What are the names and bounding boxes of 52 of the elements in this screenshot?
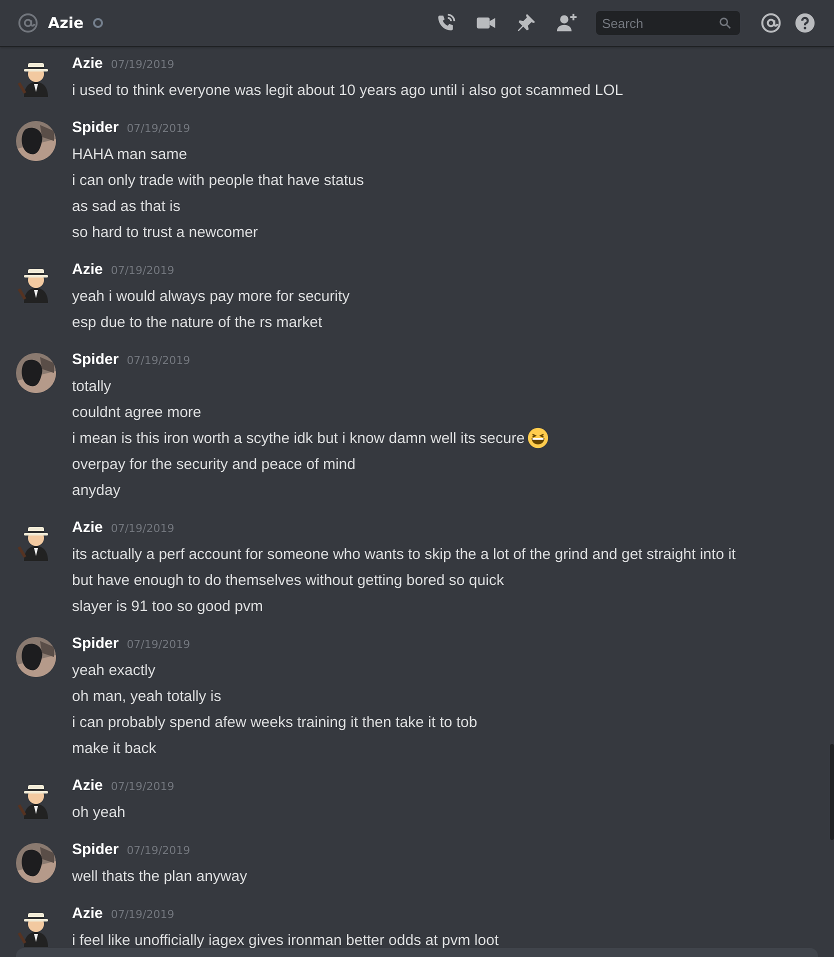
- message-text: HAHA man same: [72, 146, 188, 162]
- timestamp: 07/19/2019: [126, 122, 190, 135]
- timestamp: 07/19/2019: [126, 844, 190, 857]
- author-name[interactable]: Azie: [72, 905, 103, 922]
- author-name[interactable]: Azie: [72, 261, 103, 278]
- add-friend-icon[interactable]: [555, 12, 579, 34]
- message-text: oh yeah: [72, 804, 126, 820]
- author-name[interactable]: Spider: [72, 841, 119, 858]
- timestamp: 07/19/2019: [110, 522, 174, 535]
- timestamp: 07/19/2019: [126, 638, 190, 651]
- search-icon: [718, 16, 732, 30]
- message-text: couldnt agree more: [72, 404, 202, 420]
- author-name[interactable]: Spider: [72, 635, 119, 652]
- timestamp: 07/19/2019: [110, 264, 174, 277]
- timestamp: 07/19/2019: [110, 908, 174, 921]
- author-name[interactable]: Spider: [72, 119, 119, 136]
- help-icon[interactable]: [794, 12, 816, 34]
- message-text: i mean is this iron worth a scythe idk but i know damn well its secure: [72, 430, 525, 446]
- message-text: yeah i would always pay more for security: [72, 288, 350, 304]
- mentions-icon[interactable]: [760, 12, 782, 34]
- message-text: oh man, yeah totally is: [72, 688, 222, 704]
- message-text: slayer is 91 too so good pvm: [72, 598, 263, 614]
- message-text: i can probably spend afew weeks training it then take it to tob: [72, 714, 478, 730]
- message-text: overpay for the security and peace of mind: [72, 456, 356, 472]
- avatar-icon[interactable]: [16, 637, 56, 677]
- at-sign-icon: [17, 12, 39, 34]
- message-text: as sad as that is: [72, 198, 180, 214]
- avatar-icon[interactable]: [16, 843, 56, 883]
- message-text: well thats the plan anyway: [72, 868, 248, 884]
- message-text: make it back: [72, 740, 156, 756]
- author-name[interactable]: Azie: [72, 55, 103, 72]
- message-text: anyday: [72, 482, 120, 498]
- timestamp: 07/19/2019: [110, 780, 174, 793]
- author-name[interactable]: Azie: [72, 519, 103, 536]
- message-text: i used to think everyone was legit about 10 years ago until i also got scammed LOL: [72, 82, 624, 98]
- timestamp: 07/19/2019: [126, 354, 190, 367]
- message-text: but have enough to do themselves without getting bored so quick: [72, 572, 504, 588]
- message-text: its actually a perf account for someone who wants to skip the a lot of the grind and get straight into it: [72, 546, 736, 562]
- pin-icon[interactable]: [515, 12, 537, 34]
- message-text: i can only trade with people that have status: [72, 172, 364, 188]
- message-text: i feel like unofficially iagex gives ironman better odds at pvm loot: [72, 932, 499, 948]
- message-text: yeah exactly: [72, 662, 156, 678]
- avatar-icon[interactable]: [16, 121, 56, 161]
- channel-title: Azie: [48, 14, 84, 32]
- message-text: totally: [72, 378, 112, 394]
- author-name[interactable]: Spider: [72, 351, 119, 368]
- avatar-icon[interactable]: [16, 353, 56, 393]
- author-name[interactable]: Azie: [72, 777, 103, 794]
- message-text: esp due to the nature of the rs market: [72, 314, 322, 330]
- message-text: so hard to trust a newcomer: [72, 224, 258, 240]
- timestamp: 07/19/2019: [110, 58, 174, 71]
- search-field[interactable]: Search: [596, 11, 740, 35]
